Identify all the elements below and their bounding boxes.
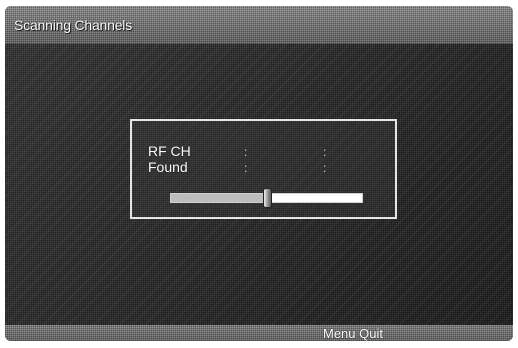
bottom-bar: Menu Quit bbox=[5, 325, 513, 341]
scan-dialog: RF CH : : Found : : bbox=[130, 119, 397, 219]
title-bar: Scanning Channels bbox=[5, 6, 513, 44]
tv-screen: Scanning Channels RF CH : : Found : : Me… bbox=[5, 6, 513, 341]
rf-channel-separator-left: : bbox=[244, 145, 248, 159]
rf-channel-separator-right: : bbox=[323, 145, 327, 159]
found-separator-right: : bbox=[323, 161, 327, 175]
found-separator-left: : bbox=[244, 161, 248, 175]
scan-progress-thumb bbox=[262, 188, 272, 208]
menu-quit-hint: Menu Quit bbox=[323, 326, 383, 341]
found-label: Found bbox=[148, 159, 188, 175]
scan-progress-bar bbox=[170, 188, 363, 208]
page-title: Scanning Channels bbox=[14, 17, 133, 33]
rf-channel-label: RF CH bbox=[148, 143, 191, 159]
scan-progress-fill bbox=[171, 194, 267, 202]
